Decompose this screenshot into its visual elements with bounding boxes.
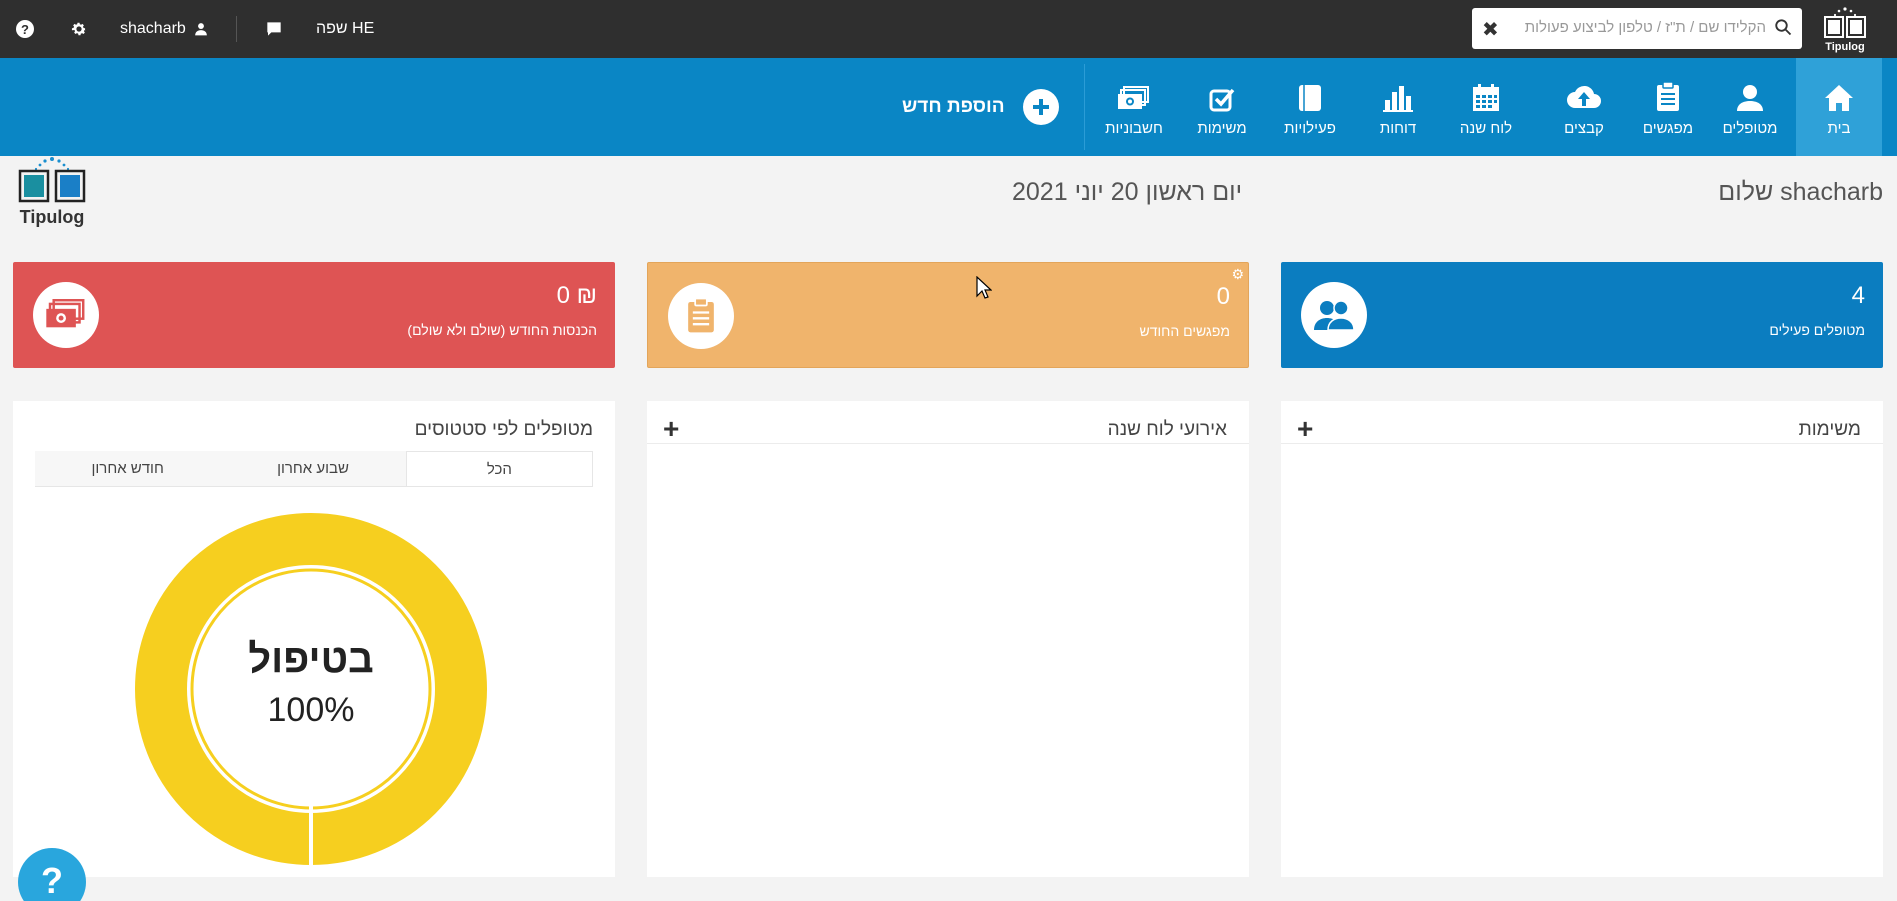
tasks-panel: משימות +	[1281, 401, 1883, 877]
divider	[236, 16, 237, 42]
panel-title: אירועי לוח שנה	[1107, 419, 1227, 440]
logo-text: Tipulog	[1825, 41, 1865, 53]
clipboard-icon	[668, 283, 734, 349]
nav-label: משימות	[1197, 119, 1247, 137]
nav-label: חשבוניות	[1105, 119, 1163, 137]
add-new-button[interactable]: הוספת חדש	[902, 58, 1059, 156]
gear-icon[interactable]: ⚙	[1231, 266, 1244, 283]
home-icon	[1825, 84, 1853, 111]
nav-label: מטופלים	[1722, 119, 1778, 137]
nav-label: קבצים	[1564, 119, 1604, 137]
tipulog-logo: Tipulog	[12, 156, 92, 228]
cloud-upload-icon	[1567, 85, 1601, 108]
user-menu[interactable]: shacharb	[120, 0, 208, 58]
chat-icon	[267, 22, 281, 36]
checkbox-icon	[1209, 88, 1235, 111]
status-donut-chart[interactable]	[135, 513, 487, 865]
tab-last-week[interactable]: שבוע אחרון	[220, 451, 406, 486]
clear-icon[interactable]: ✖	[1482, 17, 1499, 42]
donut-status-name: בטיפול	[248, 637, 374, 681]
panel-divider	[647, 443, 1249, 444]
donut-percent: 100%	[267, 691, 355, 729]
nav-item-calendar[interactable]: לוח שנה	[1448, 58, 1524, 156]
brand-logo[interactable]: Tipulog	[1815, 6, 1875, 54]
add-new-label: הוספת חדש	[902, 96, 1005, 117]
nav-label: מפגשים	[1642, 119, 1694, 137]
user-icon	[1737, 84, 1763, 111]
nav-item-meetings[interactable]: מפגשים	[1630, 58, 1706, 156]
panel-divider	[1281, 443, 1883, 444]
nav-label: בית	[1827, 119, 1851, 137]
help-icon: ?	[16, 20, 34, 38]
gear-icon	[71, 22, 87, 36]
messages-button[interactable]	[266, 0, 282, 58]
panel-title: משימות	[1798, 419, 1861, 440]
status-panel: מטופלים לפי סטטוסים הכל שבוע אחרון חודש …	[13, 401, 615, 877]
nav-item-home[interactable]: בית	[1796, 58, 1882, 156]
income-card[interactable]: 0 ₪ הכנסות החודש (שולם ולא שולם)	[13, 262, 615, 368]
top-bar: ? shacharb שפה HE ✖ הקלידו שם / ת"ז / טל…	[0, 0, 1897, 58]
status-tabs: הכל שבוע אחרון חודש אחרון	[35, 451, 593, 487]
calendar-events-panel: אירועי לוח שנה +	[647, 401, 1249, 877]
meetings-card[interactable]: ⚙ 0 מפגשים החודש	[647, 262, 1249, 368]
current-date: יום ראשון 20 יוני 2021	[1012, 178, 1243, 206]
settings-button[interactable]	[70, 0, 88, 58]
calendar-icon	[1473, 83, 1499, 111]
patients-label: מטופלים פעילים	[1769, 322, 1865, 338]
user-icon	[194, 23, 207, 36]
tab-last-month[interactable]: חודש אחרון	[35, 451, 221, 486]
user-name: shacharb	[120, 20, 186, 37]
nav-item-activities[interactable]: פעילויות	[1272, 58, 1348, 156]
nav-item-files[interactable]: קבצים	[1546, 58, 1622, 156]
greeting: שלום shacharb	[1718, 178, 1883, 206]
nav-item-patients[interactable]: מטופלים	[1712, 58, 1788, 156]
income-label: הכנסות החודש (שולם ולא שולם)	[407, 322, 597, 338]
book-icon	[1299, 84, 1321, 111]
meetings-value: 0	[1216, 283, 1230, 310]
nav-label: דוחות	[1379, 119, 1417, 137]
tab-all[interactable]: הכל	[405, 451, 593, 486]
language-selector[interactable]: שפה HE	[316, 0, 374, 58]
money-icon	[1118, 85, 1149, 109]
active-patients-card[interactable]: 4 מטופלים פעילים	[1281, 262, 1883, 368]
patients-value: 4	[1851, 282, 1865, 309]
search-icon	[1775, 19, 1792, 36]
nav-item-tasks[interactable]: משימות	[1184, 58, 1260, 156]
clipboard-icon	[1657, 81, 1679, 111]
logo-text: Tipulog	[20, 207, 85, 227]
bar-chart-icon	[1383, 85, 1413, 112]
search-input[interactable]: ✖ הקלידו שם / ת"ז / טלפון לביצוע פעולות	[1472, 8, 1802, 49]
users-icon	[1301, 282, 1367, 348]
meetings-label: מפגשים החודש	[1139, 323, 1230, 339]
add-task-button[interactable]: +	[1297, 413, 1313, 445]
panel-title: מטופלים לפי סטטוסים	[414, 419, 593, 440]
nav-label: פעילויות	[1284, 119, 1336, 137]
nav-divider	[1084, 64, 1085, 150]
plus-circle-icon	[1022, 89, 1059, 125]
search-placeholder: הקלידו שם / ת"ז / טלפון לביצוע פעולות	[1524, 19, 1766, 36]
income-value: 0 ₪	[556, 282, 597, 309]
nav-label: לוח שנה	[1459, 119, 1513, 137]
nav-item-invoices[interactable]: חשבוניות	[1096, 58, 1172, 156]
help-button[interactable]: ?	[16, 0, 34, 58]
nav-item-reports[interactable]: דוחות	[1360, 58, 1436, 156]
mouse-cursor	[976, 276, 992, 299]
add-event-button[interactable]: +	[663, 413, 679, 445]
money-icon	[33, 282, 99, 348]
